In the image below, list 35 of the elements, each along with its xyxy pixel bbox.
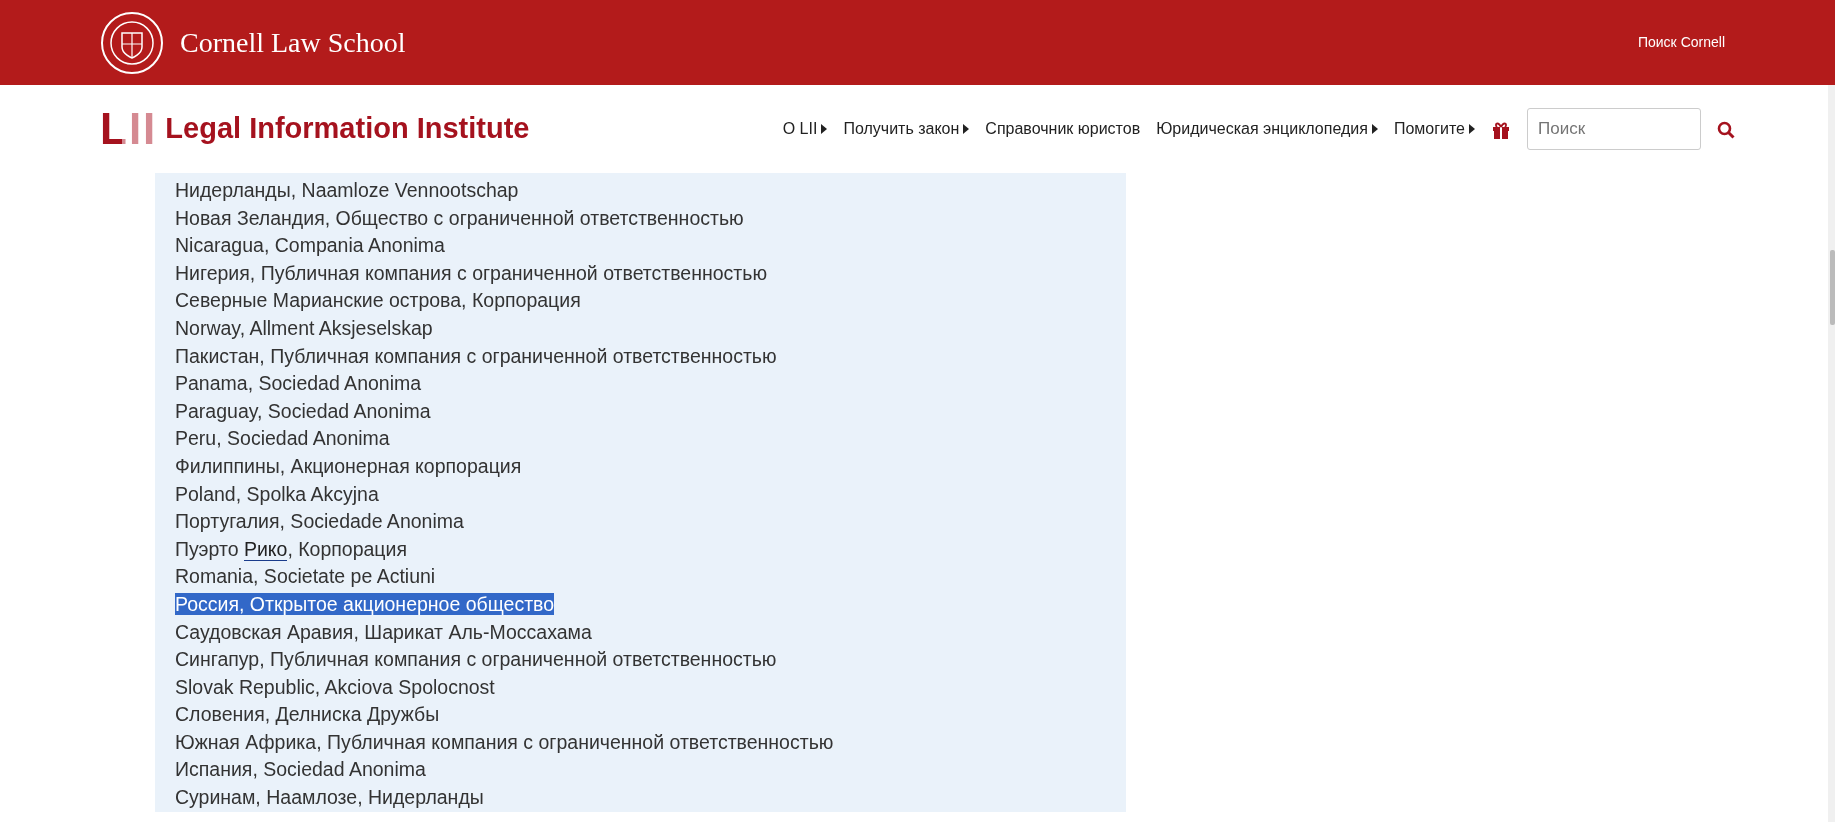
list-entry: Poland, Spolka Akcyjna (175, 482, 379, 505)
list-entry: Пуэрто Рико, Корпорация (175, 537, 407, 561)
list-entry: Сингапур, Публичная компания с ограниченной ответственностью (175, 648, 777, 671)
list-entry: Суринам, Наамлозе, Нидерланды (175, 786, 484, 809)
list-entry: Пакистан, Публичная компания с ограниченной ответственностью (175, 344, 777, 367)
entry-link[interactable]: Рико (243, 537, 288, 561)
school-title[interactable]: Cornell Law School (180, 21, 406, 64)
nav-link[interactable]: Юридическая энциклопедия (1156, 117, 1378, 141)
search-field[interactable]: Поиск (1527, 108, 1701, 150)
list-entry: Panama, Sociedad Anonima (175, 372, 422, 395)
list-entry: Новая Зеландия, Общество с ограниченной ответственностью (175, 206, 744, 229)
nav-link[interactable]: Получить закон (843, 117, 970, 141)
list-entry: Norway, Allment Aksjeselskap (175, 316, 433, 339)
list-entry: Северные Марианские острова, Корпорация (175, 289, 581, 312)
list-entry: Нигерия, Публичная компания с ограниченной ответственностью (175, 261, 768, 284)
list-entry: Саудовская Аравия, Шарикат Аль-Моссахама (175, 620, 592, 643)
nav-link[interactable]: Помогите (1393, 117, 1475, 141)
list-entry: Португалия, Sociedade Anonima (175, 510, 464, 533)
list-entry: Paraguay, Sociedad Anonima (175, 399, 431, 422)
list-entry: Romania, Societate pe Actiuni (175, 565, 436, 588)
list-entry: Южная Африка, Публичная компания с ограниченной ответственностью (175, 730, 834, 753)
list-entry: Slovak Republic, Akciova Spolocnost (175, 675, 495, 698)
search-cornell-link[interactable]: Поиск Cornell (1637, 32, 1725, 53)
list-entry: Нидерланды, Naamloze Vennootschap (175, 179, 519, 201)
university-seal-icon (100, 10, 164, 75)
list-entry: Россия, Открытое акционерное общество (175, 592, 555, 615)
list-entry: Филиппины, Акционерная корпорация (175, 454, 522, 477)
nav-link[interactable]: Справочник юристов (985, 117, 1141, 141)
list-entry: Nicaragua, Compania Anonima (175, 234, 445, 257)
logo-text[interactable]: Legal Information Institute (165, 107, 530, 151)
list-entry: Словения, Делниска Дружбы (175, 703, 440, 726)
list-entry: Peru, Sociedad Anonima (175, 427, 390, 450)
nav-link[interactable]: О LII (782, 117, 828, 141)
list-entry: Испания, Sociedad Anonima (175, 758, 426, 781)
scrollbar[interactable] (1828, 85, 1835, 822)
